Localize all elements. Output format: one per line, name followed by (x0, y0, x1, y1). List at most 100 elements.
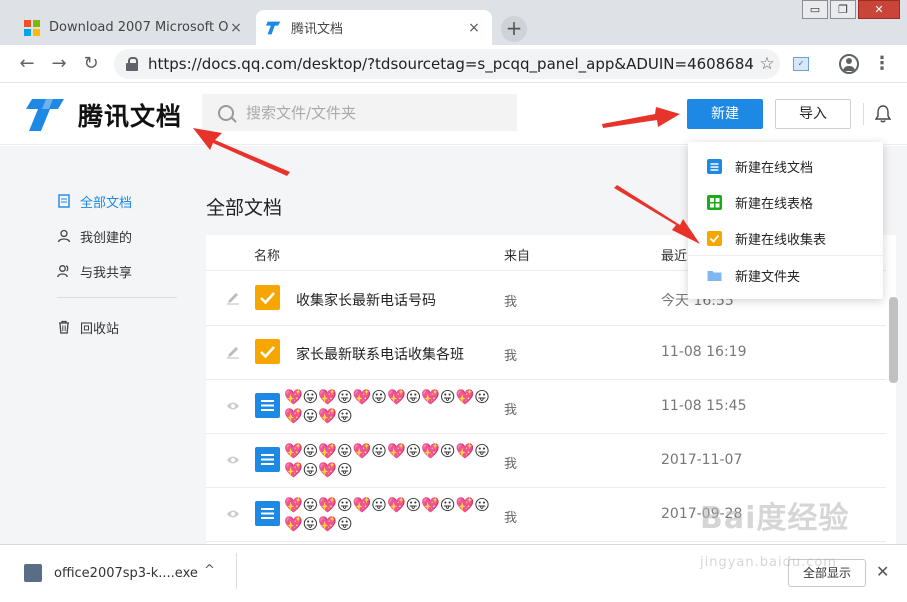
row-time: 11-08 15:45 (661, 398, 747, 414)
shared-users-icon (57, 265, 69, 278)
brand-name[interactable]: 腾讯文档 (78, 97, 182, 133)
menu-item-label: 新建在线收集表 (735, 232, 827, 248)
row-from: 我 (504, 295, 518, 310)
tab-close-icon[interactable]: × (228, 20, 244, 36)
tab-download-office[interactable]: Download 2007 Microsoft Offi × (14, 10, 254, 45)
row-time: 11-08 16:19 (661, 344, 747, 360)
download-chevron-icon[interactable]: ^ (204, 563, 215, 578)
browser-toolbar: ← → ↻ https://docs.qq.com/desktop/?tdsou… (0, 45, 907, 83)
table-row[interactable]: 家长最新联系电话收集各班 我 11-08 16:19 (206, 326, 886, 380)
view-eye-icon[interactable] (226, 507, 240, 521)
header-divider (863, 103, 864, 125)
view-eye-icon[interactable] (226, 399, 240, 413)
menu-item-new-doc[interactable]: 新建在线文档 (688, 148, 883, 184)
window-controls: ▭ ❐ ✕ (800, 0, 900, 20)
user-icon (57, 229, 71, 243)
row-from: 我 (504, 403, 518, 418)
back-arrow-icon[interactable]: ← (16, 53, 38, 75)
row-from: 我 (504, 457, 518, 472)
folder-icon (707, 270, 722, 281)
extension-icon[interactable]: ✓ (793, 57, 809, 71)
edit-pencil-icon[interactable] (226, 345, 240, 359)
collect-form-icon (255, 285, 280, 310)
downloads-bar: office2007sp3-k....exe ^ 全部显示 ✕ (0, 544, 907, 602)
import-button[interactable]: 导入 (775, 99, 851, 129)
table-row[interactable]: 💖😛💖😛💖😛💖😛💖😛💖😛💖😛💖😛 我 11-08 15:45 (206, 380, 886, 434)
download-item[interactable]: office2007sp3-k....exe (24, 564, 198, 582)
address-bar[interactable]: https://docs.qq.com/desktop/?tdsourcetag… (114, 49, 780, 79)
row-name-emoji[interactable]: 💖😛💖😛💖😛💖😛💖😛💖😛💖😛💖😛 (284, 442, 494, 486)
tencent-docs-favicon-icon (266, 20, 282, 36)
collect-form-icon (255, 339, 280, 364)
sidebar-item-shared-with-me[interactable]: 与我共享 (57, 261, 132, 281)
sidebar-item-label: 回收站 (80, 321, 120, 337)
download-filename: office2007sp3-k....exe (54, 565, 198, 581)
restore-button[interactable]: ❐ (830, 0, 856, 19)
row-name[interactable]: 收集家长最新电话号码 (296, 290, 436, 310)
sidebar-item-created-by-me[interactable]: 我创建的 (57, 226, 132, 246)
online-sheet-icon (707, 194, 722, 210)
page-title: 全部文档 (206, 197, 283, 219)
sidebar-item-label: 我创建的 (80, 230, 133, 246)
search-icon (218, 104, 234, 121)
menu-item-new-sheet[interactable]: 新建在线表格 (688, 184, 883, 220)
bell-icon[interactable] (875, 105, 891, 123)
sidebar-item-label: 全部文档 (80, 195, 133, 211)
menu-item-new-collect-form[interactable]: 新建在线收集表 (688, 220, 883, 256)
row-name-emoji[interactable]: 💖😛💖😛💖😛💖😛💖😛💖😛💖😛💖😛 (284, 388, 494, 432)
view-eye-icon[interactable] (226, 453, 240, 467)
list-scrollbar[interactable] (889, 297, 898, 383)
sidebar-item-all-docs[interactable]: 全部文档 (57, 191, 132, 211)
downloads-divider (236, 553, 237, 589)
url-text[interactable]: https://docs.qq.com/desktop/?tdsourcetag… (148, 55, 754, 73)
minimize-button[interactable]: ▭ (802, 0, 828, 19)
column-header-name[interactable]: 名称 (254, 245, 280, 264)
row-from: 我 (504, 511, 518, 526)
online-doc-icon (255, 393, 280, 418)
microsoft-logo-icon (24, 19, 40, 36)
column-header-recent[interactable]: 最近 (661, 245, 687, 264)
exe-file-icon (24, 564, 42, 582)
reload-icon[interactable]: ↻ (80, 53, 102, 75)
collect-form-icon (707, 230, 722, 246)
online-doc-icon (255, 447, 280, 472)
row-from: 我 (504, 349, 518, 364)
downloads-close-icon[interactable]: ✕ (876, 562, 889, 581)
trash-icon (59, 320, 69, 334)
table-row[interactable]: 💖😛💖😛💖😛💖😛💖😛💖😛💖😛💖😛 我 2017-11-07 (206, 434, 886, 488)
edit-pencil-icon[interactable] (226, 291, 240, 305)
tab-title: 腾讯文档 (291, 22, 344, 37)
online-doc-icon (255, 501, 280, 526)
new-button[interactable]: 新建 (687, 99, 763, 129)
new-menu-dropdown: 新建在线文档 新建在线表格 新建在线收集表 新建文件夹 (688, 142, 883, 299)
search-input[interactable]: 搜索文件/文件夹 (202, 94, 517, 131)
column-header-from[interactable]: 来自 (504, 245, 530, 264)
show-all-button[interactable]: 全部显示 (788, 559, 866, 587)
browser-menu-icon[interactable]: ⋮ (872, 54, 892, 74)
tab-close-icon[interactable]: × (466, 20, 482, 36)
row-name[interactable]: 家长最新联系电话收集各班 (296, 344, 464, 364)
online-doc-icon (707, 158, 722, 174)
tencent-docs-logo-icon[interactable] (26, 97, 66, 133)
lock-icon (126, 57, 138, 71)
new-tab-button[interactable]: + (501, 16, 527, 42)
row-time: 2017-09-28 (661, 506, 743, 522)
tab-tencent-docs[interactable]: 腾讯文档 × (256, 10, 492, 45)
menu-item-label: 新建在线文档 (735, 160, 814, 176)
browser-tab-strip: Download 2007 Microsoft Offi × 腾讯文档 × + … (0, 0, 907, 45)
app-header: 腾讯文档 搜索文件/文件夹 新建 导入 (0, 83, 907, 145)
menu-item-new-folder[interactable]: 新建文件夹 (688, 257, 883, 293)
forward-arrow-icon[interactable]: → (48, 53, 70, 75)
sidebar-divider (57, 297, 177, 298)
table-row[interactable]: 💖😛💖😛💖😛💖😛💖😛💖😛💖😛💖😛 我 2017-09-28 (206, 488, 886, 542)
sidebar-item-trash[interactable]: 回收站 (57, 317, 119, 337)
menu-item-label: 新建文件夹 (735, 269, 801, 285)
row-time: 2017-11-07 (661, 452, 743, 468)
profile-avatar-icon[interactable] (839, 54, 859, 74)
sidebar-item-label: 与我共享 (80, 265, 133, 281)
menu-item-label: 新建在线表格 (735, 196, 814, 212)
row-name-emoji[interactable]: 💖😛💖😛💖😛💖😛💖😛💖😛💖😛💖😛 (284, 496, 494, 540)
window-close-button[interactable]: ✕ (858, 0, 900, 19)
bookmark-star-icon[interactable]: ☆ (754, 54, 780, 74)
menu-divider (688, 255, 883, 256)
